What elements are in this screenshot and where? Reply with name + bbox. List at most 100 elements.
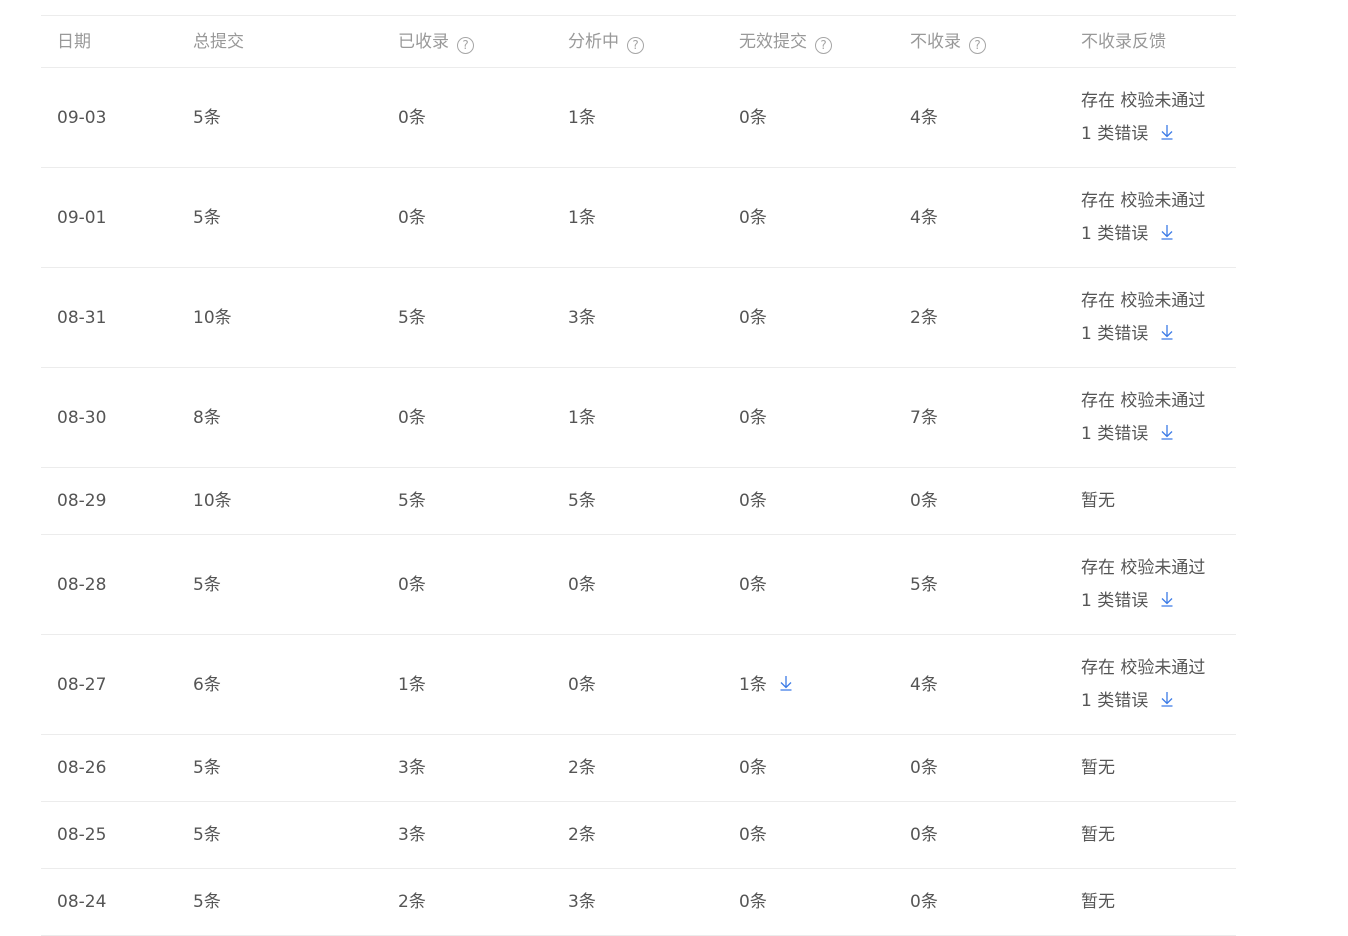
cell-not-included: 4条	[910, 207, 938, 228]
error-count-label: 1 类错误	[1081, 590, 1149, 611]
feedback-status: 存在 校验未通过	[1081, 190, 1206, 211]
column-header-included-label: 已收录	[398, 31, 449, 52]
cell-invalid: 0条	[739, 574, 767, 595]
cell-invalid: 0条	[739, 758, 767, 778]
cell-included: 1条	[398, 674, 426, 695]
cell-date: 08-25	[57, 825, 107, 845]
cell-date: 08-31	[57, 307, 107, 328]
cell-feedback: 暂无	[1081, 491, 1115, 511]
error-count-label: 1 类错误	[1081, 423, 1149, 444]
cell-analyzing: 3条	[568, 307, 596, 328]
cell-included: 0条	[398, 207, 426, 228]
cell-included: 5条	[398, 491, 426, 511]
feedback-status: 存在 校验未通过	[1081, 557, 1206, 578]
cell-total: 10条	[193, 307, 232, 328]
cell-date: 08-24	[57, 892, 107, 912]
cell-invalid: 1条	[739, 673, 795, 697]
cell-not-included: 0条	[910, 491, 938, 511]
cell-included: 2条	[398, 892, 426, 912]
cell-not-included: 0条	[910, 825, 938, 845]
cell-included: 0条	[398, 574, 426, 595]
cell-included: 0条	[398, 107, 426, 128]
cell-analyzing: 1条	[568, 407, 596, 428]
cell-total: 8条	[193, 407, 221, 428]
cell-date: 08-26	[57, 758, 107, 778]
feedback-error-count: 1 类错误	[1081, 685, 1205, 718]
cell-invalid: 0条	[739, 825, 767, 845]
column-header-invalid: 无效提交?	[739, 30, 832, 54]
column-header-not-included: 不收录?	[910, 30, 986, 54]
cell-feedback: 存在 校验未通过 1 类错误	[1081, 185, 1205, 251]
error-count-label: 1 类错误	[1081, 323, 1149, 344]
column-header-feedback: 不收录反馈	[1081, 31, 1166, 52]
cell-invalid: 0条	[739, 491, 767, 511]
download-arrow-icon[interactable]	[1158, 323, 1176, 341]
download-arrow-icon[interactable]	[1158, 123, 1176, 141]
feedback-error-count: 1 类错误	[1081, 418, 1205, 451]
table-header: 日期 总提交 已收录? 分析中? 无效提交? 不收录? 不收录反馈	[41, 16, 1236, 68]
cell-not-included: 4条	[910, 107, 938, 128]
table-row: 09-01 5条 0条 1条 0条 4条 存在 校验未通过 1 类错误	[41, 168, 1236, 268]
cell-date: 08-28	[57, 574, 107, 595]
cell-analyzing: 0条	[568, 674, 596, 695]
feedback-status: 存在 校验未通过	[1081, 290, 1206, 311]
cell-feedback: 存在 校验未通过 1 类错误	[1081, 385, 1205, 451]
column-header-analyzing-label: 分析中	[568, 31, 619, 52]
column-header-total: 总提交	[193, 31, 244, 52]
cell-invalid: 0条	[739, 107, 767, 128]
download-arrow-icon[interactable]	[1158, 423, 1176, 441]
cell-feedback: 存在 校验未通过 1 类错误	[1081, 85, 1205, 151]
download-arrow-icon[interactable]	[1158, 590, 1176, 608]
cell-included: 0条	[398, 407, 426, 428]
column-header-not-included-label: 不收录	[910, 31, 961, 52]
feedback-error-count: 1 类错误	[1081, 218, 1205, 251]
column-header-invalid-label: 无效提交	[739, 31, 807, 52]
download-arrow-icon[interactable]	[1158, 690, 1176, 708]
question-circle-icon[interactable]: ?	[627, 36, 644, 54]
cell-total: 5条	[193, 207, 221, 228]
question-circle-icon[interactable]: ?	[815, 36, 832, 54]
cell-analyzing: 1条	[568, 207, 596, 228]
invalid-count-label: 1条	[739, 674, 767, 695]
cell-invalid: 0条	[739, 892, 767, 912]
cell-date: 09-03	[57, 107, 107, 128]
download-arrow-icon[interactable]	[1158, 223, 1176, 241]
error-count-label: 1 类错误	[1081, 690, 1149, 711]
column-header-analyzing: 分析中?	[568, 30, 644, 54]
cell-feedback: 存在 校验未通过 1 类错误	[1081, 552, 1205, 618]
cell-not-included: 5条	[910, 574, 938, 595]
cell-feedback: 暂无	[1081, 825, 1115, 845]
error-count-label: 1 类错误	[1081, 223, 1149, 244]
cell-not-included: 0条	[910, 892, 938, 912]
question-circle-icon[interactable]: ?	[457, 36, 474, 54]
cell-feedback: 暂无	[1081, 758, 1115, 778]
table-row: 08-27 6条 1条 0条 1条 4条 存在 校验未通过 1 类错误	[41, 635, 1236, 735]
cell-date: 09-01	[57, 207, 107, 228]
cell-included: 3条	[398, 758, 426, 778]
feedback-status: 存在 校验未通过	[1081, 390, 1206, 411]
cell-included: 5条	[398, 307, 426, 328]
cell-not-included: 7条	[910, 407, 938, 428]
question-circle-icon[interactable]: ?	[969, 36, 986, 54]
table-row: 08-24 5条 2条 3条 0条 0条 暂无	[41, 869, 1236, 936]
cell-feedback: 暂无	[1081, 892, 1115, 912]
column-header-included: 已收录?	[398, 30, 474, 54]
submission-stats-table: 日期 总提交 已收录? 分析中? 无效提交? 不收录? 不收录反馈 09-03 …	[41, 15, 1236, 936]
cell-total: 5条	[193, 758, 221, 778]
feedback-error-count: 1 类错误	[1081, 585, 1205, 618]
cell-analyzing: 5条	[568, 491, 596, 511]
table-row: 08-26 5条 3条 2条 0条 0条 暂无	[41, 735, 1236, 802]
download-arrow-icon[interactable]	[777, 674, 795, 692]
cell-analyzing: 2条	[568, 758, 596, 778]
error-count-label: 1 类错误	[1081, 123, 1149, 144]
cell-total: 6条	[193, 674, 221, 695]
cell-date: 08-30	[57, 407, 107, 428]
cell-not-included: 2条	[910, 307, 938, 328]
feedback-error-count: 1 类错误	[1081, 318, 1205, 351]
cell-invalid: 0条	[739, 307, 767, 328]
cell-feedback: 存在 校验未通过 1 类错误	[1081, 285, 1205, 351]
feedback-status: 存在 校验未通过	[1081, 90, 1206, 111]
cell-included: 3条	[398, 825, 426, 845]
cell-analyzing: 0条	[568, 574, 596, 595]
cell-analyzing: 3条	[568, 892, 596, 912]
